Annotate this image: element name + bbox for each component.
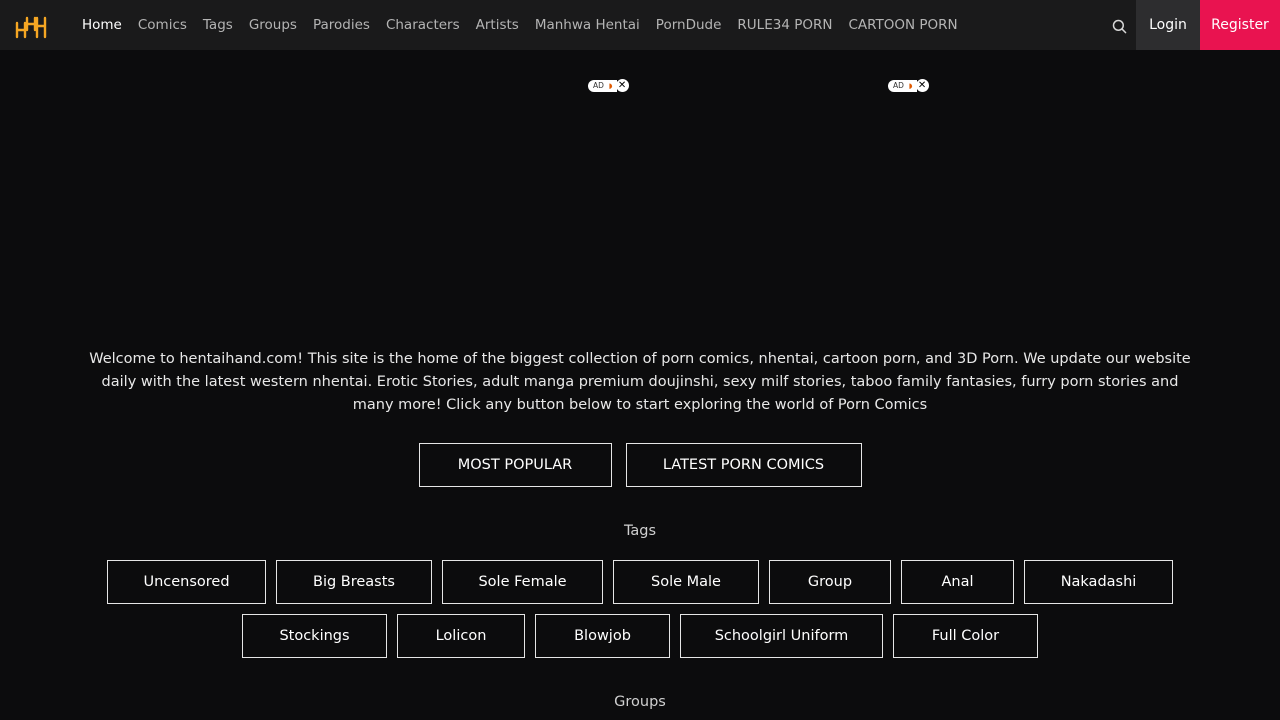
tag-anal[interactable]: Anal	[901, 560, 1014, 604]
search-button[interactable]	[1106, 13, 1132, 39]
nav-artists[interactable]: Artists	[476, 17, 519, 33]
tag-sole-female[interactable]: Sole Female	[442, 560, 603, 604]
ad-close-icon[interactable]: ✕	[915, 79, 929, 92]
nav-characters[interactable]: Characters	[386, 17, 460, 33]
nav-tags[interactable]: Tags	[203, 17, 233, 33]
login-button[interactable]: Login	[1136, 0, 1200, 50]
ad-choice-icon: ◗	[608, 81, 613, 90]
tag-full-color[interactable]: Full Color	[893, 614, 1038, 658]
nav-groups[interactable]: Groups	[249, 17, 297, 33]
ad-badge: AD ◗ ✕	[888, 79, 929, 92]
search-icon	[1112, 19, 1126, 33]
tags-section-title: Tags	[623, 523, 657, 539]
ad-choice-icon: ◗	[908, 81, 913, 90]
ad-label[interactable]: AD ◗	[588, 79, 617, 92]
nav-parodies[interactable]: Parodies	[313, 17, 370, 33]
tag-nakadashi[interactable]: Nakadashi	[1024, 560, 1173, 604]
tag-row-2: Stockings Lolicon Blowjob Schoolgirl Uni…	[0, 614, 1280, 658]
tag-sole-male[interactable]: Sole Male	[613, 560, 759, 604]
welcome-text: Welcome to hentaihand.com! This site is …	[89, 351, 1191, 413]
main-nav: Home Comics Tags Groups Parodies Charact…	[82, 0, 974, 50]
top-navbar: Home Comics Tags Groups Parodies Charact…	[0, 0, 1280, 50]
ad-badge: AD ◗ ✕	[588, 79, 629, 92]
cta-buttons: MOST POPULAR LATEST PORN COMICS	[0, 443, 1280, 487]
tag-stockings[interactable]: Stockings	[242, 614, 387, 658]
latest-porn-comics-button[interactable]: LATEST PORN COMICS	[625, 443, 862, 487]
nav-comics[interactable]: Comics	[138, 17, 187, 33]
tag-row-1: Uncensored Big Breasts Sole Female Sole …	[0, 560, 1280, 604]
ad-close-icon[interactable]: ✕	[615, 79, 629, 92]
nav-manhwa-hentai[interactable]: Manhwa Hentai	[535, 17, 640, 33]
nav-cartoon-porn[interactable]: CARTOON PORN	[848, 17, 957, 33]
nav-porndude[interactable]: PornDude	[656, 17, 722, 33]
site-logo[interactable]	[13, 10, 53, 40]
tag-uncensored[interactable]: Uncensored	[107, 560, 266, 604]
tag-blowjob[interactable]: Blowjob	[535, 614, 670, 658]
most-popular-button[interactable]: MOST POPULAR	[418, 443, 612, 487]
nav-home[interactable]: Home	[82, 17, 122, 33]
groups-section-title: Groups	[614, 694, 666, 710]
nav-rule34-porn[interactable]: RULE34 PORN	[737, 17, 832, 33]
tag-big-breasts[interactable]: Big Breasts	[276, 560, 432, 604]
tag-group[interactable]: Group	[769, 560, 891, 604]
tag-lolicon[interactable]: Lolicon	[397, 614, 525, 658]
tag-schoolgirl-uniform[interactable]: Schoolgirl Uniform	[680, 614, 883, 658]
ad-label[interactable]: AD ◗	[888, 79, 917, 92]
register-button[interactable]: Register	[1200, 0, 1280, 50]
